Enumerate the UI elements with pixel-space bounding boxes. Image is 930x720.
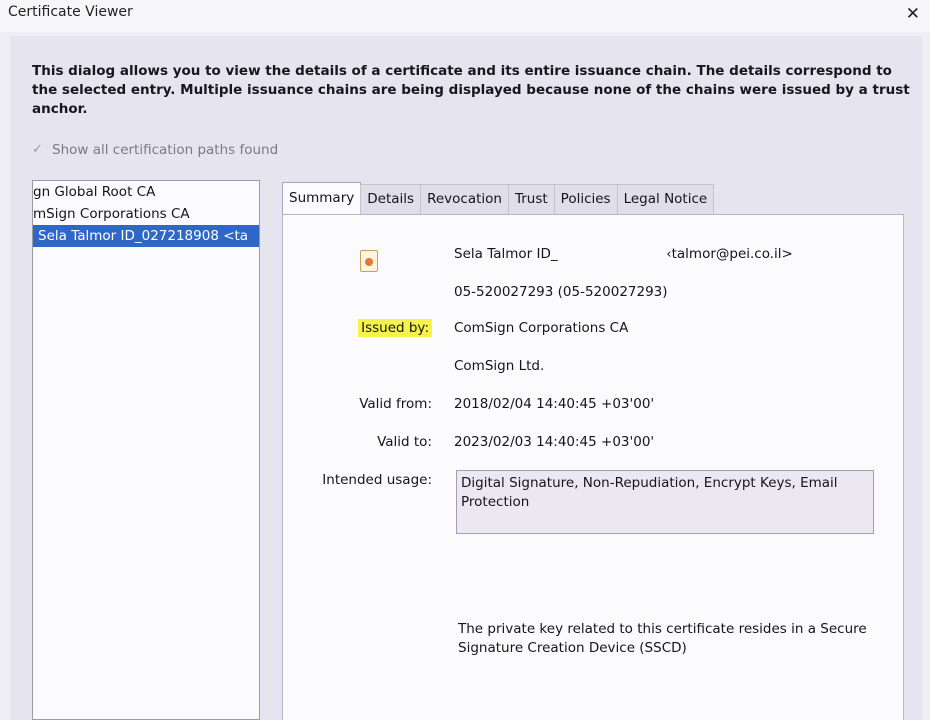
subject-line: Sela Talmor ID_ ‹talmor@pei.co.il> xyxy=(454,246,793,262)
valid-from-value: 2018/02/04 14:40:45 +03'00' xyxy=(454,396,655,412)
tab-revocation[interactable]: Revocation xyxy=(420,184,509,214)
window-title: Certificate Viewer xyxy=(8,4,133,20)
dialog-description: This dialog allows you to view the detai… xyxy=(32,63,910,117)
tab-policies[interactable]: Policies xyxy=(553,184,618,214)
intended-usage-box[interactable]: Digital Signature, Non-Repudiation, Encr… xyxy=(456,470,874,534)
tree-item-intermediate-ca[interactable]: mSign Corporations CA xyxy=(33,203,259,225)
tree-item-root-ca[interactable]: gn Global Root CA xyxy=(33,181,259,203)
subject-name: Sela Talmor ID_ xyxy=(454,246,558,262)
private-key-note: The private key related to this certific… xyxy=(458,621,867,656)
show-all-paths-checkbox[interactable]: ✓ Show all certification paths found xyxy=(32,142,278,158)
tab-summary[interactable]: Summary xyxy=(282,182,362,214)
valid-to-value: 2023/02/03 14:40:45 +03'00' xyxy=(454,434,655,450)
title-bar: Certificate Viewer ✕ xyxy=(0,0,930,32)
tree-item-end-entity[interactable]: Sela Talmor ID_027218908 <ta xyxy=(33,225,259,247)
tab-trust[interactable]: Trust xyxy=(507,184,555,214)
issued-by-highlight: Issued by: xyxy=(358,319,432,337)
valid-from-label: Valid from: xyxy=(359,396,432,412)
tab-strip: Summary Details Revocation Trust Policie… xyxy=(282,182,715,214)
intended-usage-label: Intended usage: xyxy=(322,472,432,488)
checkbox-check-icon: ✓ xyxy=(32,142,43,157)
valid-to-label: Valid to: xyxy=(377,434,432,450)
certificate-icon xyxy=(360,250,378,272)
tab-details[interactable]: Details xyxy=(360,184,422,214)
subject-email: ‹talmor@pei.co.il> xyxy=(666,246,793,262)
subject-id: 05-520027293 (05-520027293) xyxy=(454,284,668,300)
tab-legal-notice[interactable]: Legal Notice xyxy=(616,184,715,214)
show-all-paths-label: Show all certification paths found xyxy=(52,142,279,158)
certificate-chain-tree[interactable]: gn Global Root CA mSign Corporations CA … xyxy=(32,180,260,720)
issued-by-label: Issued by: xyxy=(292,319,432,337)
issuer-common-name: ComSign Corporations CA xyxy=(454,320,629,336)
issuer-organization: ComSign Ltd. xyxy=(454,358,545,374)
close-button[interactable]: ✕ xyxy=(906,4,920,24)
